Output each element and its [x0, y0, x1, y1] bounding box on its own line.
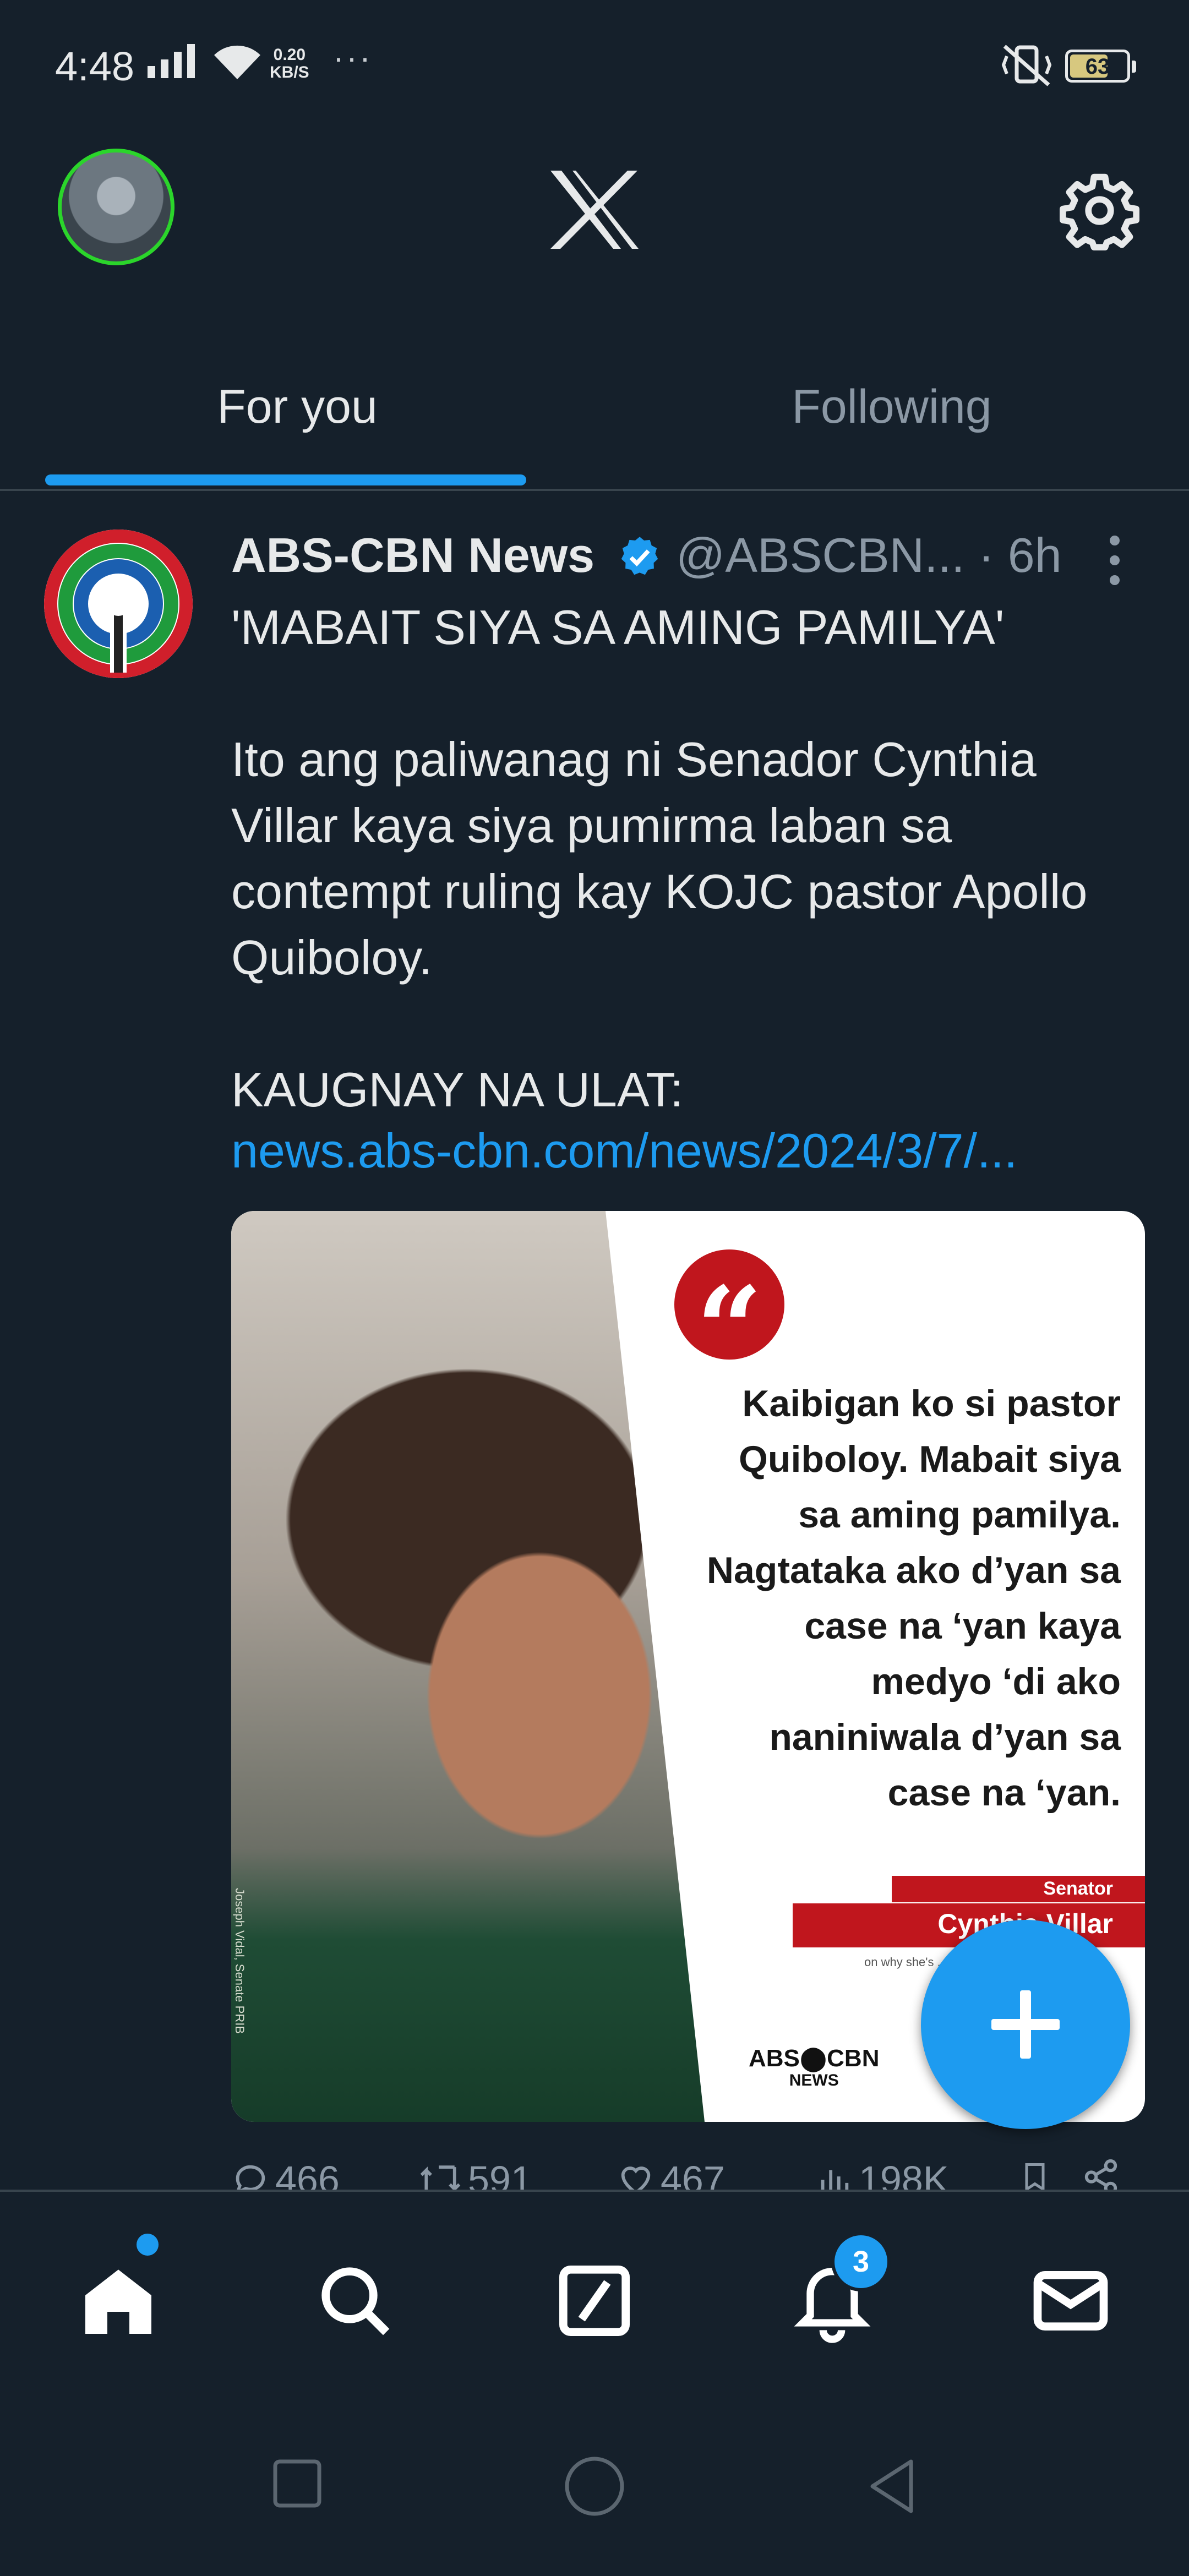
profile-avatar[interactable] [58, 149, 174, 265]
signal-icon [148, 44, 195, 78]
wifi-icon [214, 45, 260, 79]
plus-icon [991, 1990, 1060, 2059]
grok-icon[interactable] [550, 2257, 639, 2345]
image-quote-text: Kaibigan ko si pastor Quiboloy. Mabait s… [706, 1383, 1121, 1814]
status-time: 4:48 [55, 43, 135, 89]
photo-credit: Joseph Vidal, Senate PRIB [233, 1888, 247, 2034]
more-options-icon[interactable] [1104, 533, 1126, 588]
mail-icon[interactable] [1027, 2257, 1115, 2345]
recents-button[interactable] [270, 2456, 325, 2511]
search-icon[interactable] [311, 2257, 399, 2345]
post-text: 'MABAIT SIYA SA AMING PAMILYA' Ito ang p… [231, 600, 1088, 1117]
network-speed: 0.20 KB/S [270, 46, 309, 81]
tab-following[interactable]: Following [594, 380, 1189, 434]
x-logo-icon [550, 171, 639, 249]
tab-for-you[interactable]: For you [0, 380, 594, 434]
speaker-title: Senator [1043, 1878, 1113, 1899]
battery-level: 63 [1085, 54, 1110, 79]
active-tab-indicator [45, 474, 526, 485]
post-link[interactable]: news.abs-cbn.com/news/2024/3/7/... [231, 1123, 1017, 1179]
home-new-indicator [137, 2234, 159, 2256]
gear-icon[interactable] [1060, 171, 1139, 250]
verified-badge-icon [621, 537, 658, 575]
home-system-button[interactable] [561, 2456, 628, 2522]
bottom-nav-divider [0, 2190, 1189, 2192]
back-button[interactable] [864, 2456, 919, 2517]
battery-icon: 63 [1065, 50, 1136, 83]
abs-cbn-news-logo: ABS⬤CBN NEWS [749, 2045, 880, 2090]
post-handle-time: @ABSCBN... · 6h [676, 528, 1062, 582]
status-bar: 4:48 0.20 KB/S ··· 63 [0, 0, 1189, 132]
compose-post-button[interactable] [921, 1920, 1130, 2129]
status-more-icon: ··· [333, 39, 373, 76]
notification-badge: 3 [831, 2232, 891, 2291]
author-avatar[interactable] [44, 530, 193, 678]
post-author-name[interactable]: ABS-CBN News [231, 527, 594, 583]
tabs-divider [0, 489, 1189, 491]
quote-mark-icon: “ [674, 1249, 784, 1397]
vibrate-mute-icon [1001, 45, 1052, 86]
home-icon[interactable] [74, 2257, 162, 2345]
